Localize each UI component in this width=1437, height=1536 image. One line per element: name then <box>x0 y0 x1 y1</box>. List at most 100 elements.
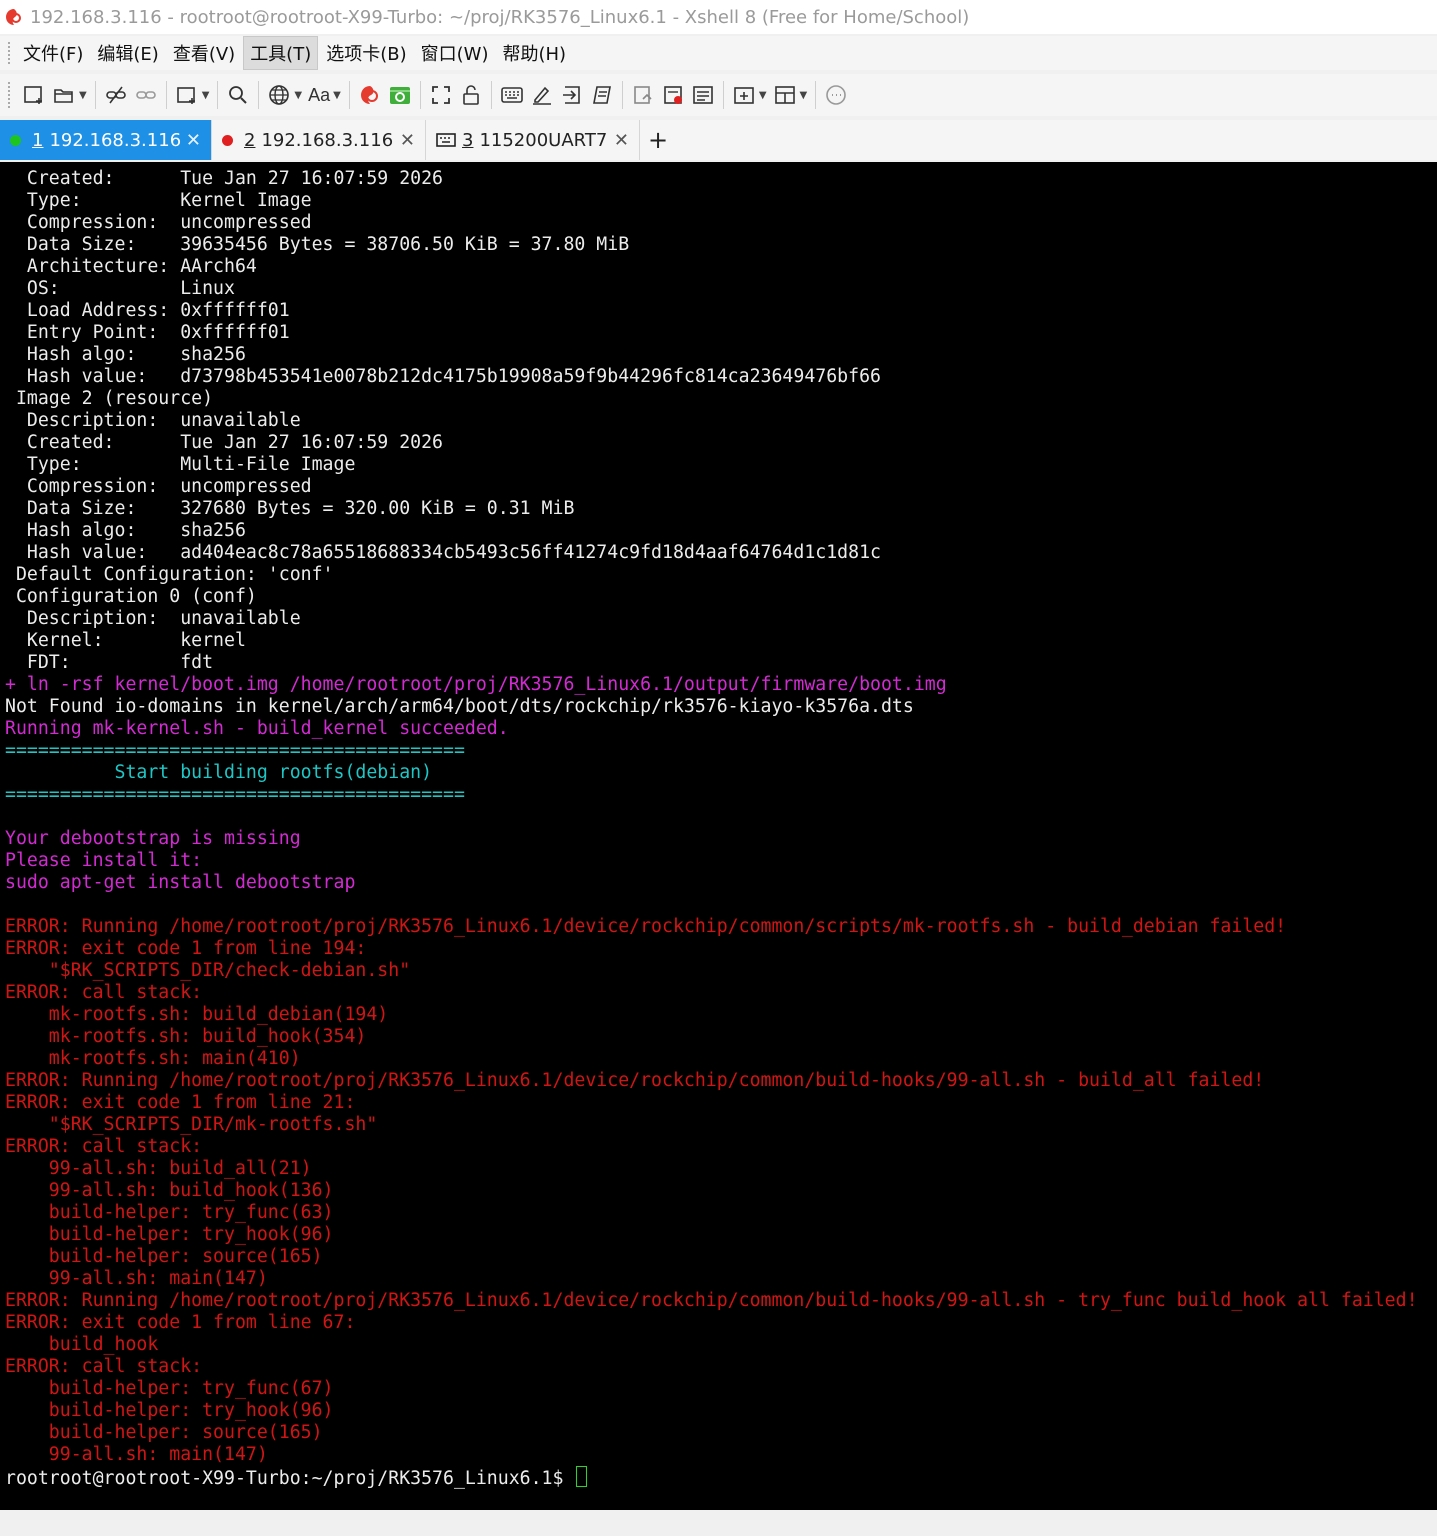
close-tab-icon[interactable]: ✕ <box>614 130 629 151</box>
compose-icon[interactable] <box>691 79 715 111</box>
shell-prompt: rootroot@rootroot-X99-Turbo:~/proj/RK357… <box>5 1468 575 1489</box>
terminal-area[interactable]: Created: Tue Jan 27 16:07:59 2026 Type: … <box>0 162 1437 1510</box>
terminal-line: Please install it: <box>5 850 203 871</box>
terminal-line: Data Size: 327680 Bytes = 320.00 KiB = 0… <box>5 498 575 519</box>
terminal-line: build-helper: try_hook(96) <box>5 1224 334 1245</box>
new-tab-icon[interactable]: ▼ <box>732 79 767 111</box>
log-icon[interactable] <box>631 79 655 111</box>
terminal-line: Type: Kernel Image <box>5 190 312 211</box>
toolbar-separator <box>722 81 724 109</box>
terminal-line: Load Address: 0xffffff01 <box>5 300 290 321</box>
terminal-line: ERROR: exit code 1 from line 21: <box>5 1092 356 1113</box>
tab-session-1[interactable]: 1 192.168.3.116 ✕ <box>0 120 212 160</box>
terminal-line: build-helper: source(165) <box>5 1246 323 1267</box>
transfer-icon[interactable] <box>560 79 584 111</box>
layout-icon[interactable]: ▼ <box>773 79 807 111</box>
xftp-icon[interactable] <box>388 79 412 111</box>
terminal-line: Hash value: d73798b453541e0078b212dc4175… <box>5 366 881 387</box>
globe-icon[interactable]: ▼ <box>267 79 302 111</box>
new-session-icon[interactable] <box>22 79 46 111</box>
terminal-line: 99-all.sh: main(147) <box>5 1268 268 1289</box>
prompt-line[interactable]: rootroot@rootroot-X99-Turbo:~/proj/RK357… <box>5 1466 1418 1489</box>
menu-edit[interactable]: 编辑(E) <box>91 37 164 69</box>
terminal-line: Start building rootfs(debian) <box>5 762 433 783</box>
fullscreen-icon[interactable] <box>429 79 453 111</box>
font-icon[interactable]: Aa ▼ <box>308 79 341 111</box>
xshell-icon[interactable] <box>358 79 382 111</box>
disconnect-icon[interactable] <box>104 79 128 111</box>
terminal-line: ERROR: exit code 1 from line 67: <box>5 1312 356 1333</box>
tab-session-3[interactable]: 3 115200UART7 ✕ <box>426 120 640 160</box>
terminal-line: FDT: fdt <box>5 652 214 673</box>
terminal-line: ERROR: Running /home/rootroot/proj/RK357… <box>5 1070 1265 1091</box>
terminal-line: "$RK_SCRIPTS_DIR/mk-rootfs.sh" <box>5 1114 378 1135</box>
close-tab-icon[interactable]: ✕ <box>186 130 201 151</box>
window-title: 192.168.3.116 - rootroot@rootroot-X99-Tu… <box>30 6 970 28</box>
close-tab-icon[interactable]: ✕ <box>400 130 415 151</box>
terminal-line: build-helper: source(165) <box>5 1422 323 1443</box>
terminal-line: build_hook <box>5 1334 159 1355</box>
reconnect-icon[interactable] <box>134 79 158 111</box>
session-tab-bar: 1 192.168.3.116 ✕ 2 192.168.3.116 ✕ 3 11… <box>0 120 1437 160</box>
terminal-line: mk-rootfs.sh: build_debian(194) <box>5 1004 389 1025</box>
terminal-output: Created: Tue Jan 27 16:07:59 2026 Type: … <box>5 168 1418 1489</box>
terminal-line: 99-all.sh: build_all(21) <box>5 1158 312 1179</box>
terminal-line: ========================================… <box>5 784 465 805</box>
terminal-line: Description: unavailable <box>5 410 301 431</box>
menu-tabs[interactable]: 选项卡(B) <box>320 37 412 69</box>
chat-icon[interactable] <box>824 79 848 111</box>
open-folder-icon[interactable]: ▼ <box>52 79 87 111</box>
terminal-line: Configuration 0 (conf) <box>5 586 257 607</box>
terminal-line: ERROR: call stack: <box>5 982 203 1003</box>
font-button-label: Aa <box>308 84 331 105</box>
terminal-line: Default Configuration: 'conf' <box>5 564 334 585</box>
menu-file[interactable]: 文件(F) <box>17 37 89 69</box>
terminal-line: ERROR: call stack: <box>5 1356 203 1377</box>
terminal-line: Type: Multi-File Image <box>5 454 356 475</box>
menu-view[interactable]: 查看(V) <box>167 37 241 69</box>
toolbar-separator <box>217 81 219 109</box>
terminal-line: Data Size: 39635456 Bytes = 38706.50 KiB… <box>5 234 630 255</box>
serial-port-icon <box>436 133 456 147</box>
find-icon[interactable] <box>226 79 250 111</box>
menu-window[interactable]: 窗口(W) <box>415 37 495 69</box>
tab-session-2[interactable]: 2 192.168.3.116 ✕ <box>212 120 426 160</box>
menu-tools[interactable]: 工具(T) <box>243 36 319 70</box>
tab-label: 192.168.3.116 <box>261 129 394 151</box>
record-icon[interactable] <box>661 79 685 111</box>
tab-label: 192.168.3.116 <box>49 129 182 151</box>
terminal-line: mk-rootfs.sh: build_hook(354) <box>5 1026 367 1047</box>
tab-number: 1 <box>32 129 44 151</box>
terminal-line: Compression: uncompressed <box>5 476 312 497</box>
toolbar-separator <box>621 81 623 109</box>
toolbar-separator <box>815 81 817 109</box>
tab-label: 115200UART7 <box>479 129 608 151</box>
connected-status-icon <box>10 134 21 146</box>
terminal-line: build-helper: try_func(67) <box>5 1378 334 1399</box>
terminal-line: ERROR: exit code 1 from line 194: <box>5 938 367 959</box>
toolbar-separator <box>165 81 167 109</box>
terminal-line: ERROR: Running /home/rootroot/proj/RK357… <box>5 1290 1418 1311</box>
toolbar-grip[interactable] <box>8 82 13 108</box>
menu-help[interactable]: 帮助(H) <box>496 37 572 69</box>
keyboard-icon[interactable] <box>500 79 524 111</box>
add-tab-button[interactable]: + <box>640 120 676 160</box>
terminal-line: "$RK_SCRIPTS_DIR/check-debian.sh" <box>5 960 411 981</box>
highlight-icon[interactable] <box>530 79 554 111</box>
xshell-logo-icon <box>4 7 24 27</box>
terminal-line: build-helper: try_hook(96) <box>5 1400 334 1421</box>
toolbar-separator <box>94 81 96 109</box>
title-bar: 192.168.3.116 - rootroot@rootroot-X99-Tu… <box>0 0 1437 34</box>
script-icon[interactable] <box>590 79 614 111</box>
terminal-line: OS: Linux <box>5 278 235 299</box>
lock-icon[interactable] <box>459 79 483 111</box>
tab-number: 3 <box>462 129 474 151</box>
status-bar <box>0 1510 1437 1536</box>
new-window-icon[interactable]: ▼ <box>175 79 209 111</box>
terminal-line: Description: unavailable <box>5 608 301 629</box>
menu-grip[interactable] <box>8 42 13 64</box>
toolbar-separator <box>348 81 350 109</box>
terminal-line: Architecture: AArch64 <box>5 256 257 277</box>
terminal-line: ERROR: call stack: <box>5 1136 203 1157</box>
